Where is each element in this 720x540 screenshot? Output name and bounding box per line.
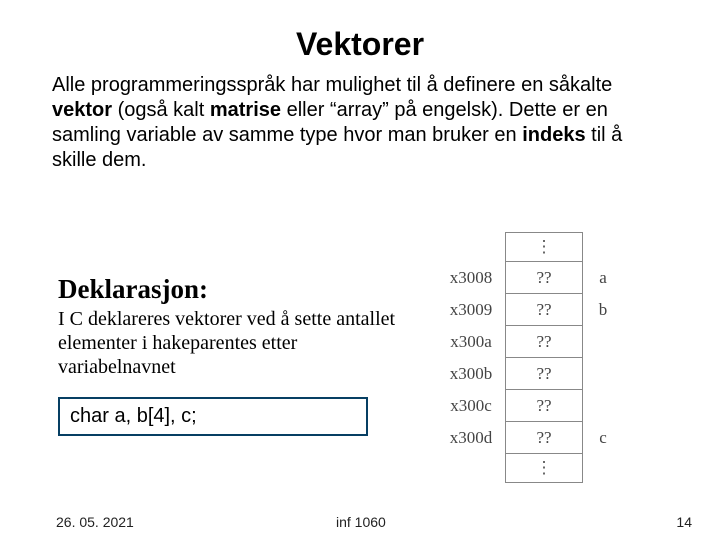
value-cell: ??: [506, 262, 583, 294]
bold-matrise: matrise: [210, 99, 281, 121]
memory-table: ⋮ x3008 ?? a x3009 ?? b x300a ??: [442, 232, 618, 483]
memory-row: x3008 ?? a: [442, 262, 618, 294]
memory-row: x300a ??: [442, 326, 618, 358]
var-cell: [583, 390, 619, 422]
intro-paragraph: Alle programmeringsspråk har mulighet ti…: [0, 73, 720, 173]
text-fragment: Alle programmeringsspråk har mulighet ti…: [52, 74, 612, 96]
vertical-dots-icon: ⋮: [536, 458, 553, 477]
memory-row: x300b ??: [442, 358, 618, 390]
footer-course: inf 1060: [336, 514, 386, 530]
address-cell: x300c: [442, 390, 506, 422]
memory-row: x3009 ?? b: [442, 294, 618, 326]
address-cell: x300b: [442, 358, 506, 390]
content-row: Deklarasjon: I C deklareres vektorer ved…: [0, 228, 720, 483]
dots-row-top: ⋮: [442, 233, 618, 262]
value-cell: ??: [506, 422, 583, 454]
vertical-dots-icon: ⋮: [536, 237, 553, 256]
footer-page-number: 14: [676, 514, 692, 530]
value-cell: ??: [506, 294, 583, 326]
address-cell: x300a: [442, 326, 506, 358]
declaration-paragraph: I C deklareres vektorer ved å sette anta…: [58, 307, 418, 379]
subheading-deklarasjon: Deklarasjon:: [58, 274, 418, 305]
address-cell: x3008: [442, 262, 506, 294]
var-cell: b: [583, 294, 619, 326]
value-cell: ??: [506, 326, 583, 358]
value-cell: ??: [506, 390, 583, 422]
footer-date: 26. 05. 2021: [56, 514, 134, 530]
code-box: char a, b[4], c;: [58, 397, 368, 436]
address-cell: x300d: [442, 422, 506, 454]
left-column: Deklarasjon: I C deklareres vektorer ved…: [0, 228, 418, 483]
memory-row: x300c ??: [442, 390, 618, 422]
slide-title: Vektorer: [0, 0, 720, 73]
dots-row-bottom: ⋮: [442, 454, 618, 483]
memory-diagram: ⋮ x3008 ?? a x3009 ?? b x300a ??: [418, 228, 618, 483]
address-cell: x3009: [442, 294, 506, 326]
text-fragment: (også kalt: [112, 99, 210, 121]
value-cell: ??: [506, 358, 583, 390]
var-cell: [583, 326, 619, 358]
var-cell: c: [583, 422, 619, 454]
var-cell: [583, 358, 619, 390]
bold-vektor: vektor: [52, 99, 112, 121]
var-cell: a: [583, 262, 619, 294]
memory-row: x300d ?? c: [442, 422, 618, 454]
bold-indeks: indeks: [522, 124, 585, 146]
slide: Vektorer Alle programmeringsspråk har mu…: [0, 0, 720, 540]
